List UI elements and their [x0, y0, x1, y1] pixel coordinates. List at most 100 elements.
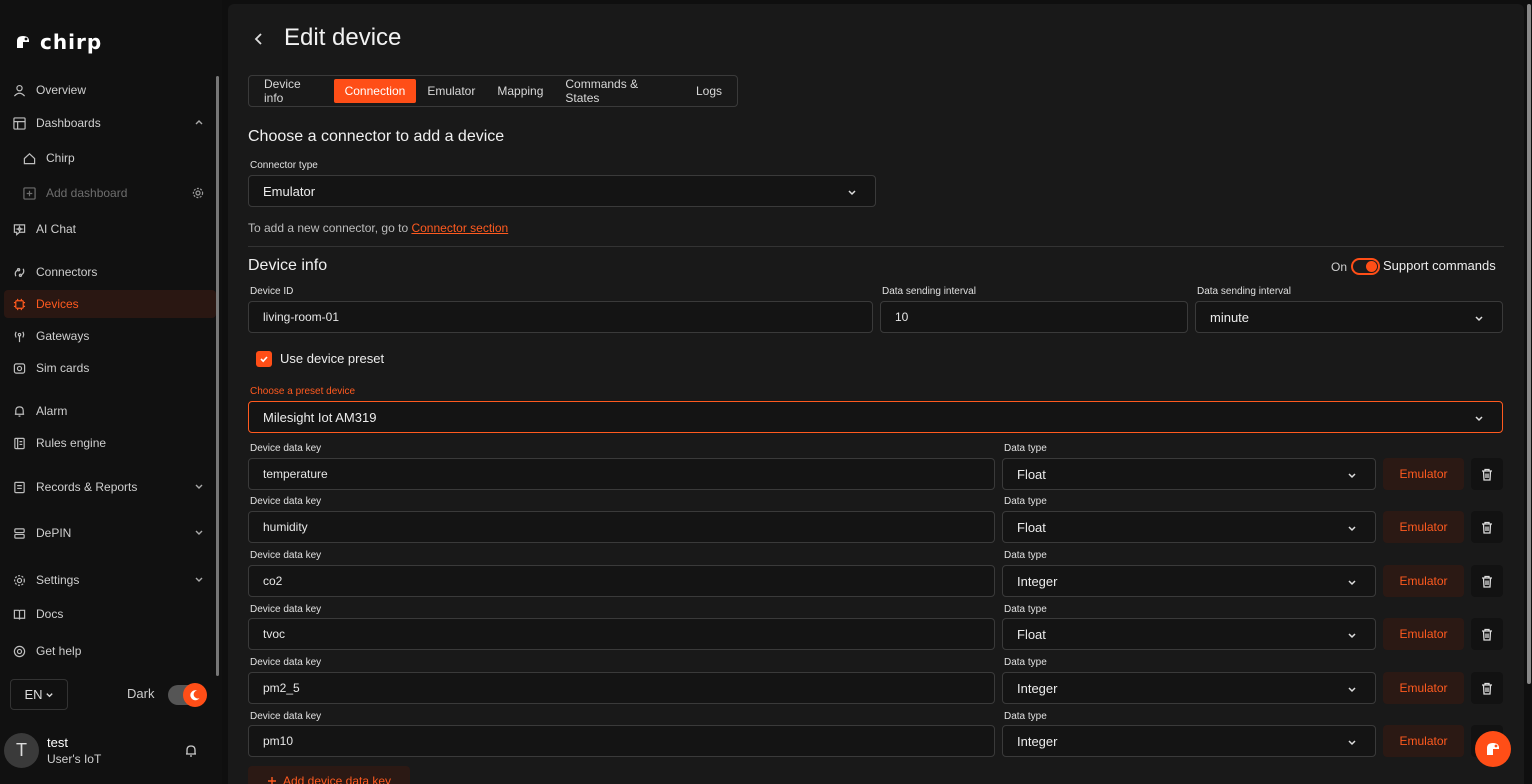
chat-support-button[interactable]	[1475, 731, 1511, 767]
chip-icon	[12, 297, 26, 311]
sidebar: chirp Overview Dashboards Chirp Add dash…	[0, 0, 222, 784]
use-preset-checkbox[interactable]	[256, 351, 272, 367]
sidebar-item-sim-cards[interactable]: Sim cards	[4, 354, 216, 382]
help-icon	[12, 644, 26, 658]
sidebar-item-alarm[interactable]: Alarm	[4, 397, 216, 425]
emulator-button[interactable]: Emulator	[1383, 511, 1464, 543]
sidebar-item-label: DePIN	[36, 526, 72, 540]
data-type-select[interactable]: Integer	[1002, 672, 1376, 704]
moon-icon	[183, 683, 207, 707]
data-type-select[interactable]: Integer	[1002, 565, 1376, 597]
data-key-input[interactable]: pm10	[248, 725, 995, 757]
sidebar-scrollbar[interactable]	[216, 76, 219, 676]
chevron-down-icon	[195, 530, 203, 535]
interval-input[interactable]: 10	[880, 301, 1188, 333]
trash-icon	[1482, 575, 1492, 588]
emulator-button[interactable]: Emulator	[1383, 725, 1464, 757]
tab-emulator[interactable]: Emulator	[416, 79, 486, 103]
trash-icon	[1482, 468, 1492, 481]
emulator-button[interactable]: Emulator	[1383, 672, 1464, 704]
preset-select[interactable]: Milesight Iot AM319	[248, 401, 1503, 433]
tab-commands-states[interactable]: Commands & States	[554, 77, 685, 105]
sidebar-item-dashboards[interactable]: Dashboards	[4, 109, 216, 137]
data-key-input[interactable]: tvoc	[248, 618, 995, 650]
sidebar-item-label: Settings	[36, 573, 80, 587]
sidebar-item-ai-chat[interactable]: AI Chat	[4, 215, 216, 243]
data-key-input[interactable]: pm2_5	[248, 672, 995, 704]
sidebar-item-settings[interactable]: Settings	[4, 566, 216, 594]
language-select[interactable]: EN	[10, 679, 68, 710]
sidebar-item-records-reports[interactable]: Records & Reports	[4, 473, 216, 501]
chevron-up-icon	[195, 120, 203, 125]
delete-button[interactable]	[1471, 618, 1503, 650]
sidebar-item-add-dashboard[interactable]: Add dashboard	[14, 179, 214, 207]
data-key-input[interactable]: humidity	[248, 511, 995, 543]
emulator-button[interactable]: Emulator	[1383, 618, 1464, 650]
delete-button[interactable]	[1471, 672, 1503, 704]
chevron-down-icon	[45, 693, 53, 698]
connector-section-link[interactable]: Connector section	[411, 221, 508, 235]
sidebar-item-label: Dashboards	[36, 116, 101, 130]
data-type-select[interactable]: Float	[1002, 618, 1376, 650]
sidebar-item-overview[interactable]: Overview	[4, 76, 216, 104]
theme-toggle[interactable]	[168, 683, 207, 707]
notification-bell-icon[interactable]	[184, 744, 198, 758]
brand-logo[interactable]: chirp	[14, 30, 102, 54]
page-scrollbar[interactable]	[1527, 4, 1531, 684]
data-key-label: Device data key	[250, 550, 322, 561]
interval-unit-value: minute	[1210, 309, 1250, 325]
tab-connection[interactable]: Connection	[333, 79, 417, 103]
user-profile[interactable]: T test User's IoT	[4, 733, 101, 768]
page-title: Edit device	[284, 24, 402, 51]
data-key-input[interactable]: co2	[248, 565, 995, 597]
tab-mapping[interactable]: Mapping	[486, 79, 554, 103]
delete-button[interactable]	[1471, 458, 1503, 490]
chevron-down-icon	[1475, 416, 1483, 422]
brand-name: chirp	[40, 30, 103, 54]
device-id-input[interactable]: living-room-01	[248, 301, 873, 333]
device-id-label: Device ID	[250, 286, 294, 297]
sidebar-item-connectors[interactable]: Connectors	[4, 258, 216, 286]
sidebar-item-chirp[interactable]: Chirp	[14, 144, 214, 172]
data-type-value: Integer	[1017, 733, 1058, 749]
user-org: User's IoT	[47, 752, 102, 766]
sidebar-item-depin[interactable]: DePIN	[4, 519, 216, 547]
sidebar-item-label: Devices	[36, 297, 79, 311]
sidebar-item-docs[interactable]: Docs	[4, 600, 216, 628]
connector-type-select[interactable]: Emulator	[248, 175, 876, 207]
data-type-select[interactable]: Integer	[1002, 725, 1376, 757]
sidebar-item-devices[interactable]: Devices	[4, 290, 216, 318]
emulator-button[interactable]: Emulator	[1383, 458, 1464, 490]
sidebar-item-get-help[interactable]: Get help	[4, 637, 216, 665]
sidebar-item-rules-engine[interactable]: Rules engine	[4, 429, 216, 457]
add-data-key-button[interactable]: Add device data key	[248, 766, 410, 784]
report-icon	[12, 480, 26, 494]
delete-button[interactable]	[1471, 565, 1503, 597]
ai-chat-icon	[12, 222, 26, 236]
sidebar-item-label: Sim cards	[36, 361, 90, 375]
data-type-select[interactable]: Float	[1002, 458, 1376, 490]
sidebar-item-label: Docs	[36, 607, 64, 621]
interval-unit-label: Data sending interval	[1197, 286, 1291, 297]
tab-logs[interactable]: Logs	[685, 79, 733, 103]
chevron-down-icon	[1348, 687, 1356, 693]
data-key-label: Device data key	[250, 711, 322, 722]
sidebar-item-label: Gateways	[36, 329, 90, 343]
sidebar-item-gateways[interactable]: Gateways	[4, 322, 216, 350]
support-commands-toggle[interactable]	[1351, 258, 1380, 275]
emulator-button[interactable]: Emulator	[1383, 565, 1464, 597]
sidebar-item-label: Connectors	[36, 265, 98, 279]
data-key-input[interactable]: temperature	[248, 458, 995, 490]
trash-icon	[1482, 628, 1492, 641]
interval-unit-select[interactable]: minute	[1195, 301, 1503, 333]
sim-icon	[12, 361, 26, 375]
gear-icon[interactable]	[192, 187, 204, 199]
back-arrow-icon[interactable]	[252, 31, 266, 47]
plus-icon	[267, 777, 276, 784]
data-type-select[interactable]: Float	[1002, 511, 1376, 543]
delete-button[interactable]	[1471, 511, 1503, 543]
layout-icon	[12, 116, 26, 130]
tab-device-info[interactable]: Device info	[253, 77, 334, 105]
chevron-down-icon	[1348, 633, 1356, 639]
chevron-down-icon	[195, 484, 203, 489]
